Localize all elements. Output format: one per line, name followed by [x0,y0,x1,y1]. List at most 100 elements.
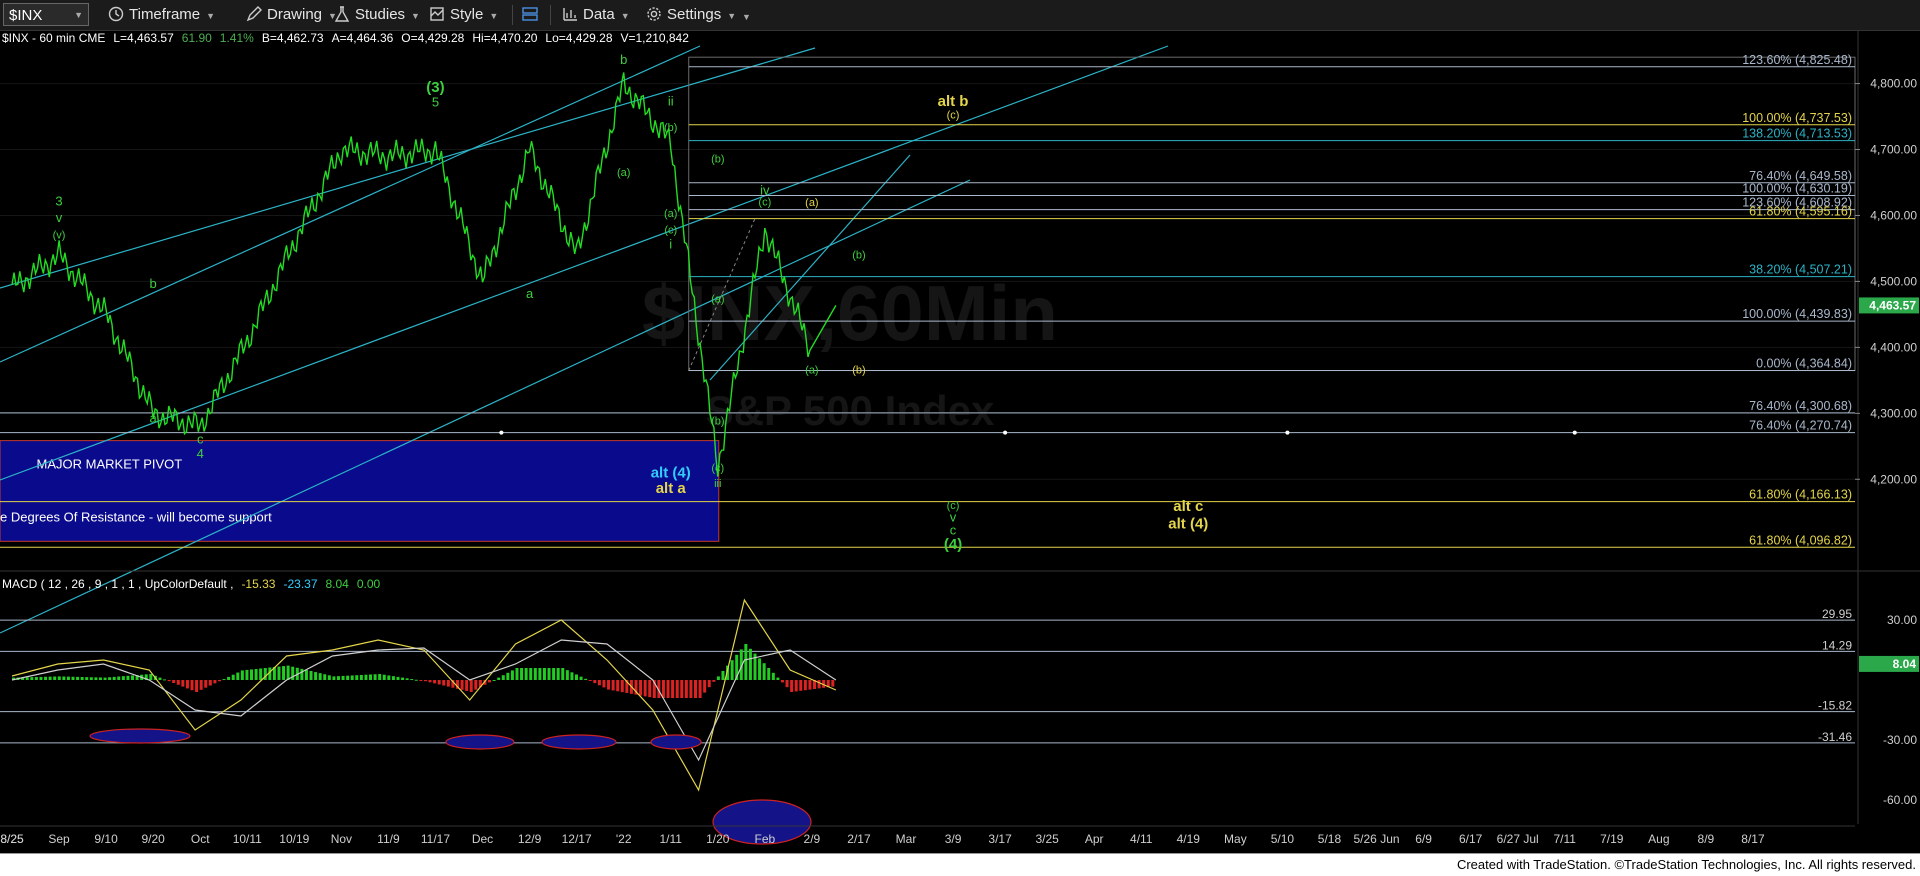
level-marker [1003,430,1008,435]
wave-label: alt (4) [651,464,691,481]
settings-menu[interactable]: Settings ▼ [646,4,736,26]
macd-panel: MACD ( 12 , 26 , 9 , 1 , 1 , UpColorDefa… [0,570,1920,845]
date-axis-label: 5/18 [1318,832,1342,846]
pencil-icon [246,6,262,22]
wave-label: (4) [944,536,962,553]
price-header-field: 1.41% [220,31,254,45]
date-axis-label: 1/20 [706,832,730,846]
layout-icon [522,7,538,21]
date-axis-label: 11/17 [421,832,450,846]
macd-histogram-bar [405,678,409,680]
macd-histogram-bar [442,680,446,686]
studies-menu[interactable]: Studies ▼ [334,4,420,26]
date-axis-label: 4/19 [1177,832,1201,846]
macd-histogram-bar [758,658,762,680]
date-axis-label: 5/26 Jun [1354,832,1400,846]
macd-histogram-bar [474,680,478,690]
date-axis-label: Sep [48,832,70,846]
timeframe-menu[interactable]: Timeframe ▼ [108,4,215,26]
macd-histogram-bar [767,668,771,680]
macd-histogram-bar [510,670,514,680]
pivot-subtitle: Two Wave Degrees Of Resistance - will be… [0,509,272,524]
macd-histogram-bar [44,676,48,680]
clock-icon [108,6,124,22]
date-axis-label: 2/17 [847,832,871,846]
fib-label: 76.40% (4,300.68) [1749,399,1852,413]
macd-histogram-bar [172,680,176,683]
layout-button[interactable] [522,4,543,26]
macd-histogram-bar [401,677,405,680]
macd-histogram-bar [103,677,107,680]
macd-histogram-bar [437,680,441,685]
macd-histogram-bar [57,676,61,680]
macd-histogram-bar [204,680,208,688]
macd-histogram-bar [529,668,533,680]
date-axis-label: 2/9 [804,832,821,846]
macd-histogram-bar [126,675,130,680]
date-axis-label: 8/9 [1698,832,1715,846]
macd-histogram-bar [698,680,702,698]
level-marker [499,430,504,435]
date-axis-label: 12/9 [518,832,542,846]
date-axis-label: 12/17 [562,832,592,846]
macd-histogram-bar [666,680,670,698]
macd-histogram-bar [149,674,153,680]
macd-histogram-bar [217,680,221,682]
price-header-field: 61.90 [182,31,212,45]
macd-histogram-bar [25,677,29,680]
macd-histogram-bar [785,680,789,688]
macd-histogram-bar [643,680,647,697]
divergence-ellipse [445,734,515,750]
fib-label: 100.00% (4,630.19) [1742,182,1852,196]
wave-label: alt (4) [1168,516,1208,533]
macd-histogram-bar [780,680,784,683]
wave-label: (a) [805,365,818,377]
macd-histogram-bar [131,675,135,680]
date-axis-label: 11/9 [377,832,400,846]
data-menu[interactable]: Data ▼ [562,4,630,26]
macd-histogram-bar [730,660,734,680]
symbol-selector[interactable]: $INX ▼ [3,3,89,26]
macd-histogram-bar [236,672,240,680]
style-menu[interactable]: Style ▼ [429,4,498,26]
macd-histogram-bar [465,680,469,691]
date-axis-label: May [1224,832,1247,846]
macd-histogram-bar [76,676,80,680]
wave-label: c [197,432,204,447]
macd-histogram-bar [85,677,89,680]
macd-histogram-bar [799,680,803,691]
macd-histogram-bar [176,680,180,685]
price-chart[interactable]: $INX,60Min S&P 500 Index MAJOR MARKET PI… [0,30,1920,854]
macd-histogram-bar [501,675,505,680]
macd-line [11,598,837,792]
macd-histogram-bar [199,680,203,690]
macd-histogram-bar [34,677,38,680]
wave-label: (b) [852,249,865,261]
macd-histogram-bar [680,680,684,698]
date-axis-label: 8/25 [0,832,24,846]
macd-level-label: -31.46 [1818,730,1852,744]
price-axis-label: 4,200.00 [1870,472,1917,486]
macd-histogram-bar [158,677,162,680]
macd-histogram-bar [259,668,263,680]
macd-histogram-bar [675,680,679,698]
symbol-value: $INX [9,7,43,24]
wave-label: (a) [664,208,677,220]
wave-label: (c) [947,110,960,122]
date-axis-label: 10/11 [233,832,262,846]
macd-histogram-bar [584,678,588,680]
level-marker [1285,430,1290,435]
macd-histogram-bar [327,675,331,680]
toolbar-overflow-icon[interactable]: ▼ [742,6,751,28]
wave-label: (a) [711,294,724,306]
price-header-field: L=4,463.57 [113,31,174,45]
settings-label: Settings [667,6,722,23]
macd-header-field: -15.33 [241,577,275,591]
footer: Created with TradeStation. ©TradeStation… [0,853,1920,876]
drawing-menu[interactable]: Drawing ▼ [246,4,337,26]
macd-histogram-bar [277,666,281,680]
macd-histogram-bar [547,668,551,680]
style-icon [430,7,444,21]
price-header-field: A=4,464.36 [332,31,394,45]
macd-level-label: 14.29 [1822,638,1852,652]
